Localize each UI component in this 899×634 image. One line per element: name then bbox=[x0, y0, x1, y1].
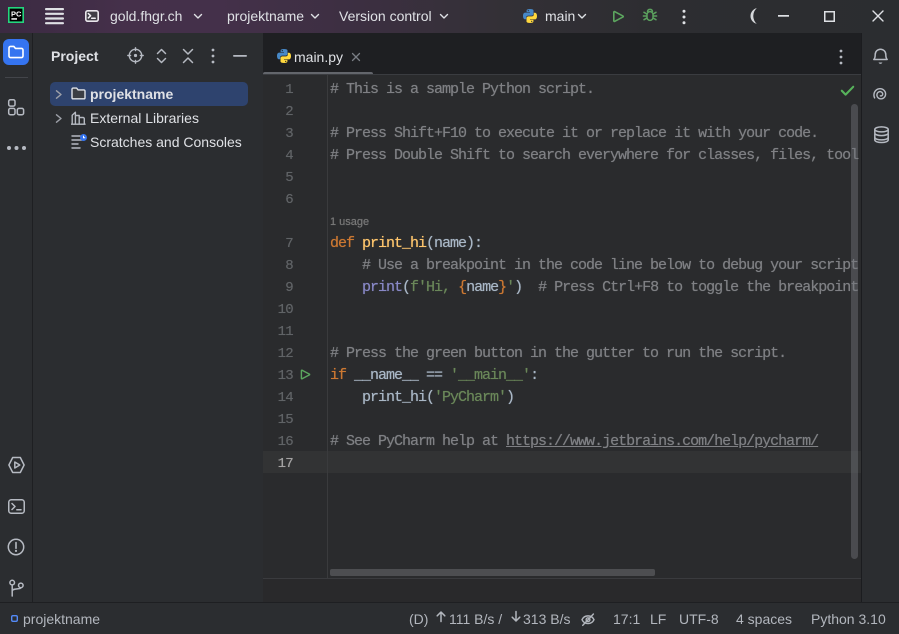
svg-text:PC: PC bbox=[11, 10, 22, 19]
